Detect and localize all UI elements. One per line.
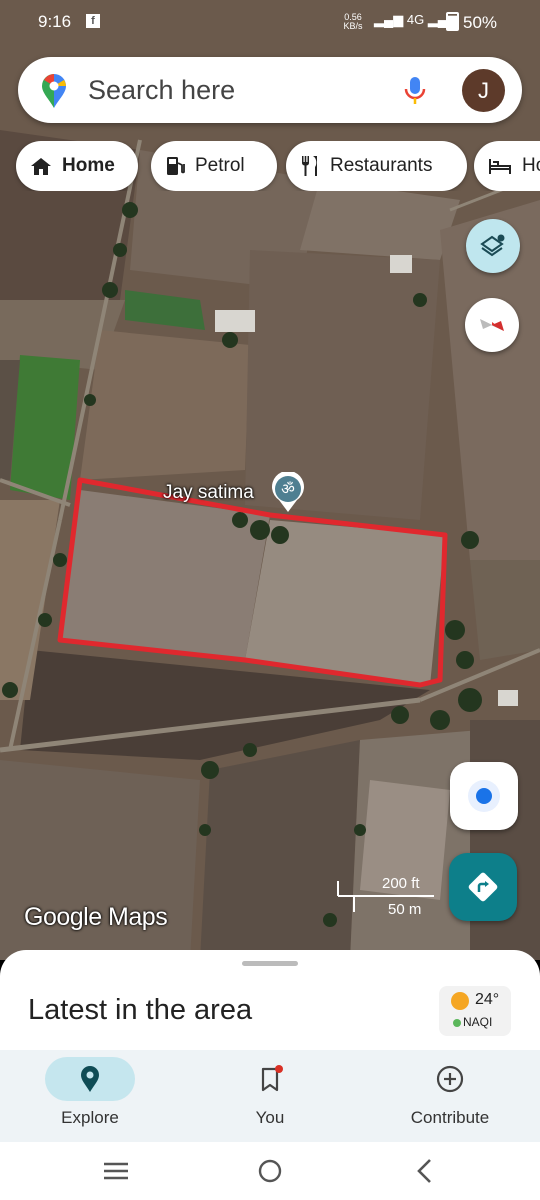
my-location-icon: [468, 780, 500, 812]
google-maps-logo: Google Maps: [24, 903, 168, 931]
search-bar[interactable]: Search here J: [18, 57, 522, 123]
my-location-button[interactable]: [450, 762, 518, 830]
account-avatar[interactable]: J: [462, 69, 505, 112]
bottom-navigation: Explore You Contribute: [0, 1050, 540, 1142]
google-maps-pin-icon: [42, 74, 66, 108]
om-icon: ॐ: [272, 472, 304, 512]
svg-text:ॐ: ॐ: [281, 480, 295, 498]
battery-level: 50%: [463, 13, 498, 32]
signal-icon: ▂▄▆: [374, 12, 404, 27]
system-navigation-bar: [0, 1142, 540, 1200]
nav-explore[interactable]: Explore: [0, 1050, 180, 1142]
battery-icon: [446, 12, 459, 31]
bookmark-icon: [261, 1065, 283, 1092]
aqi-status-dot: [453, 1019, 461, 1027]
status-bar: 9:16 f 0.56 KB/s ▂▄▆ 4G ▂▄▆ 50%: [0, 0, 540, 44]
restaurant-icon: [302, 156, 317, 176]
fuel-icon: [167, 157, 185, 175]
home-button-icon[interactable]: [256, 1157, 284, 1185]
nav-label: Explore: [61, 1108, 119, 1127]
battery: 50%: [446, 12, 497, 33]
hotel-icon: [489, 159, 511, 174]
chip-home[interactable]: Home: [16, 141, 138, 191]
sheet-title: Latest in the area: [28, 994, 253, 1026]
nav-contribute[interactable]: Contribute: [360, 1050, 540, 1142]
compass-icon: [480, 319, 504, 331]
scale-feet: 200 ft: [382, 875, 420, 892]
bottom-sheet[interactable]: Latest in the area 24° NAQI: [0, 950, 540, 1060]
weather-chip[interactable]: 24° NAQI: [439, 986, 511, 1036]
scale-meters: 50 m: [388, 901, 422, 918]
network-type: 4G: [406, 12, 425, 27]
directions-button[interactable]: [449, 853, 517, 921]
temperature: 24°: [475, 991, 500, 1008]
chip-label: Petrol: [195, 155, 245, 176]
chip-label: Ho: [522, 155, 540, 176]
add-circle-icon: [436, 1065, 464, 1093]
facebook-icon: f: [86, 14, 100, 28]
place-label[interactable]: Jay satima: [163, 482, 254, 504]
clock: 9:16: [38, 12, 72, 31]
microphone-icon[interactable]: [404, 76, 426, 106]
search-input[interactable]: Search here: [88, 75, 235, 106]
layers-button[interactable]: [466, 219, 520, 273]
sun-icon: [451, 992, 469, 1010]
sheet-drag-handle[interactable]: [242, 961, 298, 966]
chip-hotels[interactable]: Ho: [474, 141, 540, 191]
signal-icons: ▂▄▆ 4G ▂▄▆: [374, 12, 457, 28]
network-speed: 0.56 KB/s: [342, 13, 364, 31]
chip-label: Home: [62, 155, 115, 176]
map-scale: 200 ft 50 m: [336, 875, 436, 918]
category-chips: Home Petrol Restaurants Ho: [0, 141, 540, 191]
layers-icon: [480, 234, 505, 257]
nav-you[interactable]: You: [180, 1050, 360, 1142]
chip-restaurants[interactable]: Restaurants: [286, 141, 467, 191]
aqi-label: NAQI: [463, 1015, 493, 1029]
home-icon: [31, 158, 51, 175]
nav-label: You: [255, 1108, 285, 1127]
explore-pin-icon: [81, 1066, 99, 1092]
chip-petrol[interactable]: Petrol: [151, 141, 277, 191]
speed-unit: KB/s: [343, 21, 363, 31]
recent-apps-icon[interactable]: [101, 1159, 131, 1183]
nav-label: Contribute: [410, 1108, 490, 1127]
compass-button[interactable]: [465, 298, 519, 352]
chip-label: Restaurants: [330, 155, 433, 176]
directions-icon: [468, 872, 498, 902]
back-icon[interactable]: [413, 1157, 437, 1185]
